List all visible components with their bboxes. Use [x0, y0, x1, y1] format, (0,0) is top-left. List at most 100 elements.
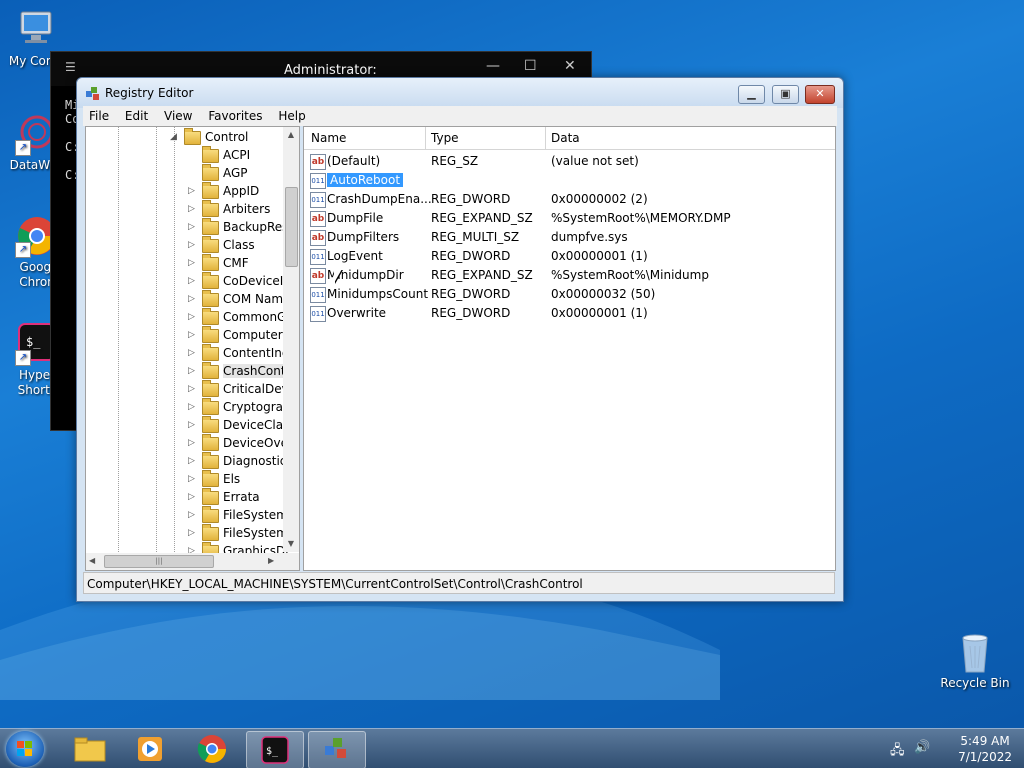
expand-arrow-icon[interactable]: ▷ — [188, 456, 195, 466]
clock-date: 7/1/2022 — [958, 750, 1012, 764]
registry-tree[interactable]: ◢ Control ACPI AGP ▷ AppID ▷ Arbiters ▷ BackupR… — [85, 126, 300, 571]
expand-arrow-icon[interactable]: ▷ — [188, 420, 195, 430]
minimize-button[interactable]: ▁ — [738, 85, 765, 104]
menu-bar: File Edit View Favorites Help — [83, 106, 837, 126]
expand-arrow-icon[interactable]: ▷ — [188, 240, 195, 250]
folder-icon — [202, 236, 219, 253]
shortcut-arrow-icon: ↗ — [15, 350, 31, 366]
value-row[interactable]: 011 LogEvent REG_DWORD 0x00000001 (1) — [304, 247, 835, 266]
taskbar-terminal[interactable]: $_ — [246, 731, 304, 768]
column-header-name[interactable]: Name — [311, 131, 346, 145]
folder-icon — [202, 488, 219, 505]
folder-icon — [74, 737, 106, 762]
value-row[interactable]: 011 AutoReboot — [304, 171, 835, 190]
collapse-arrow-icon[interactable]: ◢ — [170, 132, 177, 142]
expand-arrow-icon[interactable]: ▷ — [188, 294, 195, 304]
registry-editor-window[interactable]: Registry Editor ▁ ▣ ✕ File Edit View Fav… — [76, 77, 844, 602]
value-row[interactable]: ab (Default) REG_SZ (value not set) — [304, 152, 835, 171]
expand-arrow-icon[interactable]: ▷ — [188, 222, 195, 232]
expand-arrow-icon[interactable]: ▷ — [188, 312, 195, 322]
scroll-left-arrow[interactable]: ◀ — [89, 556, 95, 565]
close-icon[interactable]: ✕ — [564, 58, 576, 74]
expand-arrow-icon[interactable]: ▷ — [188, 348, 195, 358]
column-divider[interactable] — [425, 127, 426, 149]
string-value-icon: ab — [310, 230, 326, 246]
value-row[interactable]: 011 Overwrite REG_DWORD 0x00000001 (1) — [304, 304, 835, 323]
minimize-icon[interactable]: — — [486, 58, 500, 74]
value-name: CrashDumpEna... — [327, 192, 432, 206]
tree-guide-line — [174, 127, 175, 570]
scroll-up-arrow[interactable]: ▲ — [283, 127, 299, 143]
taskbar-registry-editor[interactable] — [308, 731, 366, 768]
tree-vertical-scrollbar[interactable]: ▲ ▼ — [283, 127, 299, 552]
scroll-thumb[interactable]: ||| — [104, 555, 214, 568]
expand-arrow-icon[interactable]: ▷ — [188, 402, 195, 412]
tree-horizontal-scrollbar[interactable]: ◀ ||| ▶ — [86, 553, 299, 570]
folder-icon — [202, 290, 219, 307]
expand-arrow-icon[interactable]: ▷ — [188, 186, 195, 196]
expand-arrow-icon[interactable]: ▷ — [188, 366, 195, 376]
expand-arrow-icon[interactable]: ▷ — [188, 474, 195, 484]
tree-item-label: CriticalDev — [223, 382, 289, 396]
value-row[interactable]: ab DumpFile REG_EXPAND_SZ %SystemRoot%\MEMO… — [304, 209, 835, 228]
tree-item-label: FileSystem — [223, 508, 288, 522]
volume-icon[interactable]: 🔊 — [914, 740, 930, 755]
chrome-icon — [197, 735, 226, 763]
console-title: Administrator: — [284, 63, 377, 78]
console-menu-icon[interactable]: ☰ — [65, 60, 76, 74]
taskbar-media-player[interactable] — [122, 731, 178, 767]
tree-item-label: ContentInc — [223, 346, 289, 360]
menu-edit[interactable]: Edit — [119, 106, 154, 126]
window-titlebar[interactable]: Registry Editor ▁ ▣ ✕ — [77, 78, 843, 108]
network-icon[interactable]: 🖧 — [890, 741, 905, 763]
menu-view[interactable]: View — [158, 106, 198, 126]
maximize-icon[interactable]: ☐ — [524, 58, 537, 74]
expand-arrow-icon[interactable]: ▷ — [188, 384, 195, 394]
expand-arrow-icon[interactable]: ▷ — [188, 258, 195, 268]
value-row[interactable]: 011 CrashDumpEna... REG_DWORD 0x00000002 (2… — [304, 190, 835, 209]
close-button[interactable]: ✕ — [805, 85, 835, 104]
desktop-icon-recycle-bin[interactable]: Recycle Bin — [938, 630, 1012, 691]
terminal-icon: $_ — [261, 736, 289, 764]
computer-icon — [15, 8, 59, 52]
expand-arrow-icon[interactable]: ▷ — [188, 276, 195, 286]
expand-arrow-icon[interactable]: ▷ — [188, 528, 195, 538]
expand-arrow-icon[interactable]: ▷ — [188, 438, 195, 448]
folder-icon — [202, 380, 219, 397]
taskbar-explorer[interactable] — [62, 731, 118, 767]
value-type: REG_EXPAND_SZ — [431, 268, 533, 282]
column-divider[interactable] — [545, 127, 546, 149]
folder-icon — [202, 344, 219, 361]
value-type: REG_SZ — [431, 154, 479, 168]
column-header-type[interactable]: Type — [431, 131, 459, 145]
column-header-data[interactable]: Data — [551, 131, 580, 145]
expand-arrow-icon[interactable]: ▷ — [188, 330, 195, 340]
expand-arrow-icon[interactable]: ▷ — [188, 204, 195, 214]
value-name: Overwrite — [327, 306, 387, 320]
windows-logo-icon — [17, 741, 32, 756]
menu-help[interactable]: Help — [272, 106, 311, 126]
mouse-cursor-icon — [334, 269, 350, 283]
values-list[interactable]: Name Type Data ab (Default) REG_SZ (value n… — [303, 126, 836, 571]
value-row[interactable]: 011 MinidumpsCount REG_DWORD 0x00000032 (50… — [304, 285, 835, 304]
tree-item-label: CMF — [223, 256, 249, 270]
folder-icon — [202, 416, 219, 433]
start-button[interactable] — [6, 731, 44, 767]
taskbar-chrome[interactable] — [184, 731, 240, 767]
value-row[interactable]: ab MinidumpDir REG_EXPAND_SZ %SystemRoot%\M… — [304, 266, 835, 285]
menu-favorites[interactable]: Favorites — [202, 106, 268, 126]
registry-editor-icon — [86, 87, 99, 100]
value-row[interactable]: ab DumpFilters REG_MULTI_SZ dumpfve.sys — [304, 228, 835, 247]
media-player-icon — [138, 737, 162, 761]
maximize-button[interactable]: ▣ — [772, 85, 799, 104]
tree-item-label: ACPI — [223, 148, 251, 162]
menu-file[interactable]: File — [83, 106, 115, 126]
system-clock[interactable]: 5:49 AM 7/1/2022 — [958, 733, 1012, 765]
desktop-icon-label: Recycle Bin — [940, 676, 1010, 690]
scroll-thumb[interactable] — [285, 187, 298, 267]
expand-arrow-icon[interactable]: ▷ — [188, 492, 195, 502]
svg-text:$_: $_ — [26, 335, 41, 349]
scroll-down-arrow[interactable]: ▼ — [283, 536, 299, 552]
expand-arrow-icon[interactable]: ▷ — [188, 510, 195, 520]
scroll-right-arrow[interactable]: ▶ — [268, 556, 274, 565]
